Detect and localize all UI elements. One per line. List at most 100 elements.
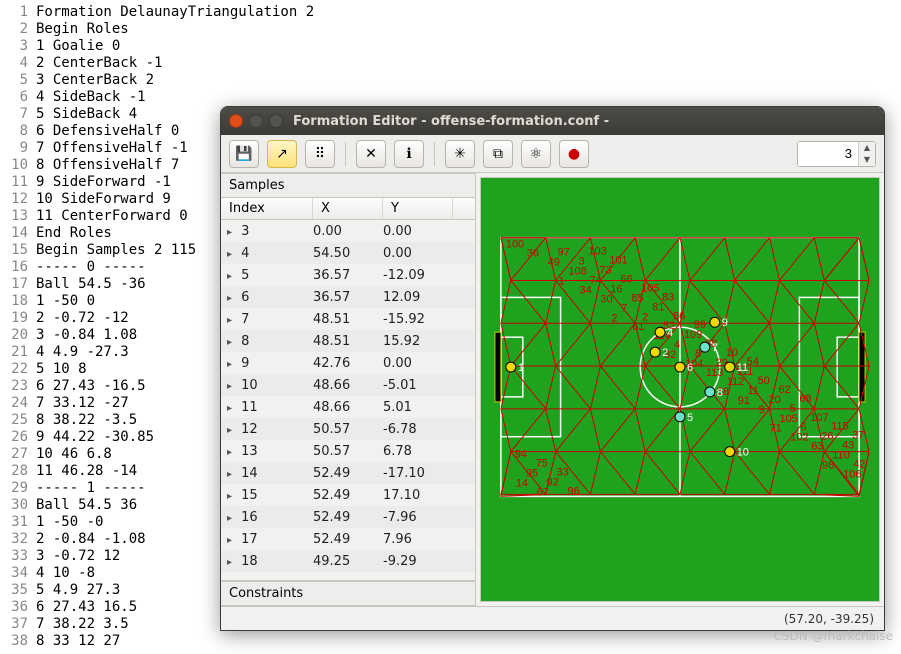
minimize-icon[interactable] xyxy=(249,114,263,128)
svg-text:8: 8 xyxy=(695,348,701,360)
table-row[interactable]: ▸ 1949.259.29 xyxy=(221,572,475,577)
svg-text:86: 86 xyxy=(673,310,685,322)
svg-text:5: 5 xyxy=(789,403,795,415)
toolbar-separator xyxy=(345,142,346,166)
table-row[interactable]: ▸ 748.51-15.92 xyxy=(221,308,475,330)
table-row[interactable]: ▸ 1452.49-17.10 xyxy=(221,462,475,484)
svg-text:6: 6 xyxy=(800,422,806,434)
svg-text:100: 100 xyxy=(506,239,524,251)
svg-text:101: 101 xyxy=(609,255,627,267)
svg-text:2: 2 xyxy=(611,312,617,324)
svg-text:2: 2 xyxy=(642,311,648,323)
graph-button[interactable]: ✳ xyxy=(445,140,475,168)
svg-text:115: 115 xyxy=(831,421,848,433)
table-row[interactable]: ▸ 1849.25-9.29 xyxy=(221,550,475,572)
svg-text:9: 9 xyxy=(722,317,728,329)
toolbar: 💾 ↗ ⠿ ✕ ℹ ✳ ⧉ ⚛ ● ▲ ▼ xyxy=(221,135,884,173)
record-icon: ● xyxy=(568,146,580,162)
cursor-coords: (57.20, -39.25) xyxy=(784,612,874,626)
samples-header[interactable]: Samples xyxy=(221,173,475,198)
toolbar-separator xyxy=(434,142,435,166)
svg-text:36: 36 xyxy=(527,248,539,260)
record-button[interactable]: ● xyxy=(559,140,589,168)
svg-text:8: 8 xyxy=(717,387,723,399)
svg-text:107: 107 xyxy=(810,412,828,424)
svg-text:7: 7 xyxy=(621,302,627,314)
svg-text:9: 9 xyxy=(759,404,765,416)
svg-text:99: 99 xyxy=(694,319,706,331)
save-button[interactable]: 💾 xyxy=(229,140,259,168)
svg-text:7: 7 xyxy=(712,342,718,354)
svg-text:10: 10 xyxy=(737,447,749,459)
svg-text:42: 42 xyxy=(853,459,865,471)
svg-text:33: 33 xyxy=(557,466,569,478)
svg-text:2: 2 xyxy=(662,347,668,359)
svg-text:1: 1 xyxy=(518,362,524,374)
maximize-icon[interactable] xyxy=(269,114,283,128)
graph-icon: ✳ xyxy=(454,146,466,162)
svg-text:4: 4 xyxy=(667,327,673,339)
svg-text:94: 94 xyxy=(515,449,527,461)
nodes-button[interactable]: ⠿ xyxy=(305,140,335,168)
save-icon: 💾 xyxy=(235,146,252,162)
svg-text:11: 11 xyxy=(737,362,748,374)
table-row[interactable]: ▸ 848.5115.92 xyxy=(221,330,475,352)
svg-text:105: 105 xyxy=(641,282,659,294)
table-rows[interactable]: ▸ 30.000.00▸ 454.500.00▸ 536.57-12.09▸ 6… xyxy=(221,220,475,577)
table-row[interactable]: ▸ 1048.66-5.01 xyxy=(221,374,475,396)
table-row[interactable]: ▸ 1148.665.01 xyxy=(221,396,475,418)
watermark: CSDN @markchalse xyxy=(774,629,893,643)
svg-text:66: 66 xyxy=(620,273,632,285)
svg-text:37: 37 xyxy=(852,430,864,442)
info-icon: ℹ xyxy=(406,146,411,162)
svg-text:3: 3 xyxy=(579,256,585,268)
svg-text:68: 68 xyxy=(799,393,811,405)
expand-icon: ↗ xyxy=(276,146,288,162)
sample-spinner-input[interactable] xyxy=(798,142,858,166)
nodes-icon: ⠿ xyxy=(315,146,325,162)
table-row[interactable]: ▸ 636.5712.09 xyxy=(221,286,475,308)
copy-icon: ⧉ xyxy=(493,146,503,162)
table-row[interactable]: ▸ 1652.49-7.96 xyxy=(221,506,475,528)
svg-text:103: 103 xyxy=(588,246,606,258)
left-panel: Samples Index X Y ▸ 30.000.00▸ 454.500.0… xyxy=(221,173,476,606)
copy-button[interactable]: ⧉ xyxy=(483,140,513,168)
spinner-down-icon[interactable]: ▼ xyxy=(859,154,875,166)
col-x-header[interactable]: X xyxy=(313,198,383,219)
network-icon: ⚛ xyxy=(530,146,543,162)
svg-text:62: 62 xyxy=(778,384,790,396)
table-row[interactable]: ▸ 942.760.00 xyxy=(221,352,475,374)
svg-text:1: 1 xyxy=(559,275,565,287)
table-row[interactable]: ▸ 30.000.00 xyxy=(221,220,475,242)
svg-text:5: 5 xyxy=(687,412,693,424)
svg-text:83: 83 xyxy=(662,291,674,303)
svg-text:75: 75 xyxy=(536,458,548,470)
spinner-up-icon[interactable]: ▲ xyxy=(859,142,875,154)
svg-text:4: 4 xyxy=(674,339,680,351)
network-button[interactable]: ⚛ xyxy=(521,140,551,168)
cross-icon: ✕ xyxy=(365,146,377,162)
statusbar: (57.20, -39.25) xyxy=(221,606,884,630)
expand-button[interactable]: ↗ xyxy=(267,140,297,168)
table-row[interactable]: ▸ 454.500.00 xyxy=(221,242,475,264)
svg-text:54: 54 xyxy=(747,356,759,368)
pitch-svg: 1001232387198363461104911021064930114113… xyxy=(481,178,879,596)
table-row[interactable]: ▸ 1752.497.96 xyxy=(221,528,475,550)
sample-spinner[interactable]: ▲ ▼ xyxy=(797,141,876,167)
titlebar[interactable]: Formation Editor - offense-formation.con… xyxy=(221,107,884,135)
constraints-header[interactable]: Constraints xyxy=(221,581,475,606)
table-row[interactable]: ▸ 1552.4917.10 xyxy=(221,484,475,506)
table-row[interactable]: ▸ 1350.576.78 xyxy=(221,440,475,462)
pitch-view[interactable]: 1001232387198363461104911021064930114113… xyxy=(480,177,880,602)
col-y-header[interactable]: Y xyxy=(383,198,453,219)
svg-text:96: 96 xyxy=(568,485,580,497)
col-index-header[interactable]: Index xyxy=(221,198,313,219)
info-button[interactable]: ℹ xyxy=(394,140,424,168)
svg-text:50: 50 xyxy=(758,375,770,387)
delete-button[interactable]: ✕ xyxy=(356,140,386,168)
samples-table: Index X Y ▸ 30.000.00▸ 454.500.00▸ 536.5… xyxy=(221,198,475,581)
svg-text:6: 6 xyxy=(687,362,693,374)
table-row[interactable]: ▸ 536.57-12.09 xyxy=(221,264,475,286)
table-row[interactable]: ▸ 1250.57-6.78 xyxy=(221,418,475,440)
close-icon[interactable] xyxy=(229,114,243,128)
